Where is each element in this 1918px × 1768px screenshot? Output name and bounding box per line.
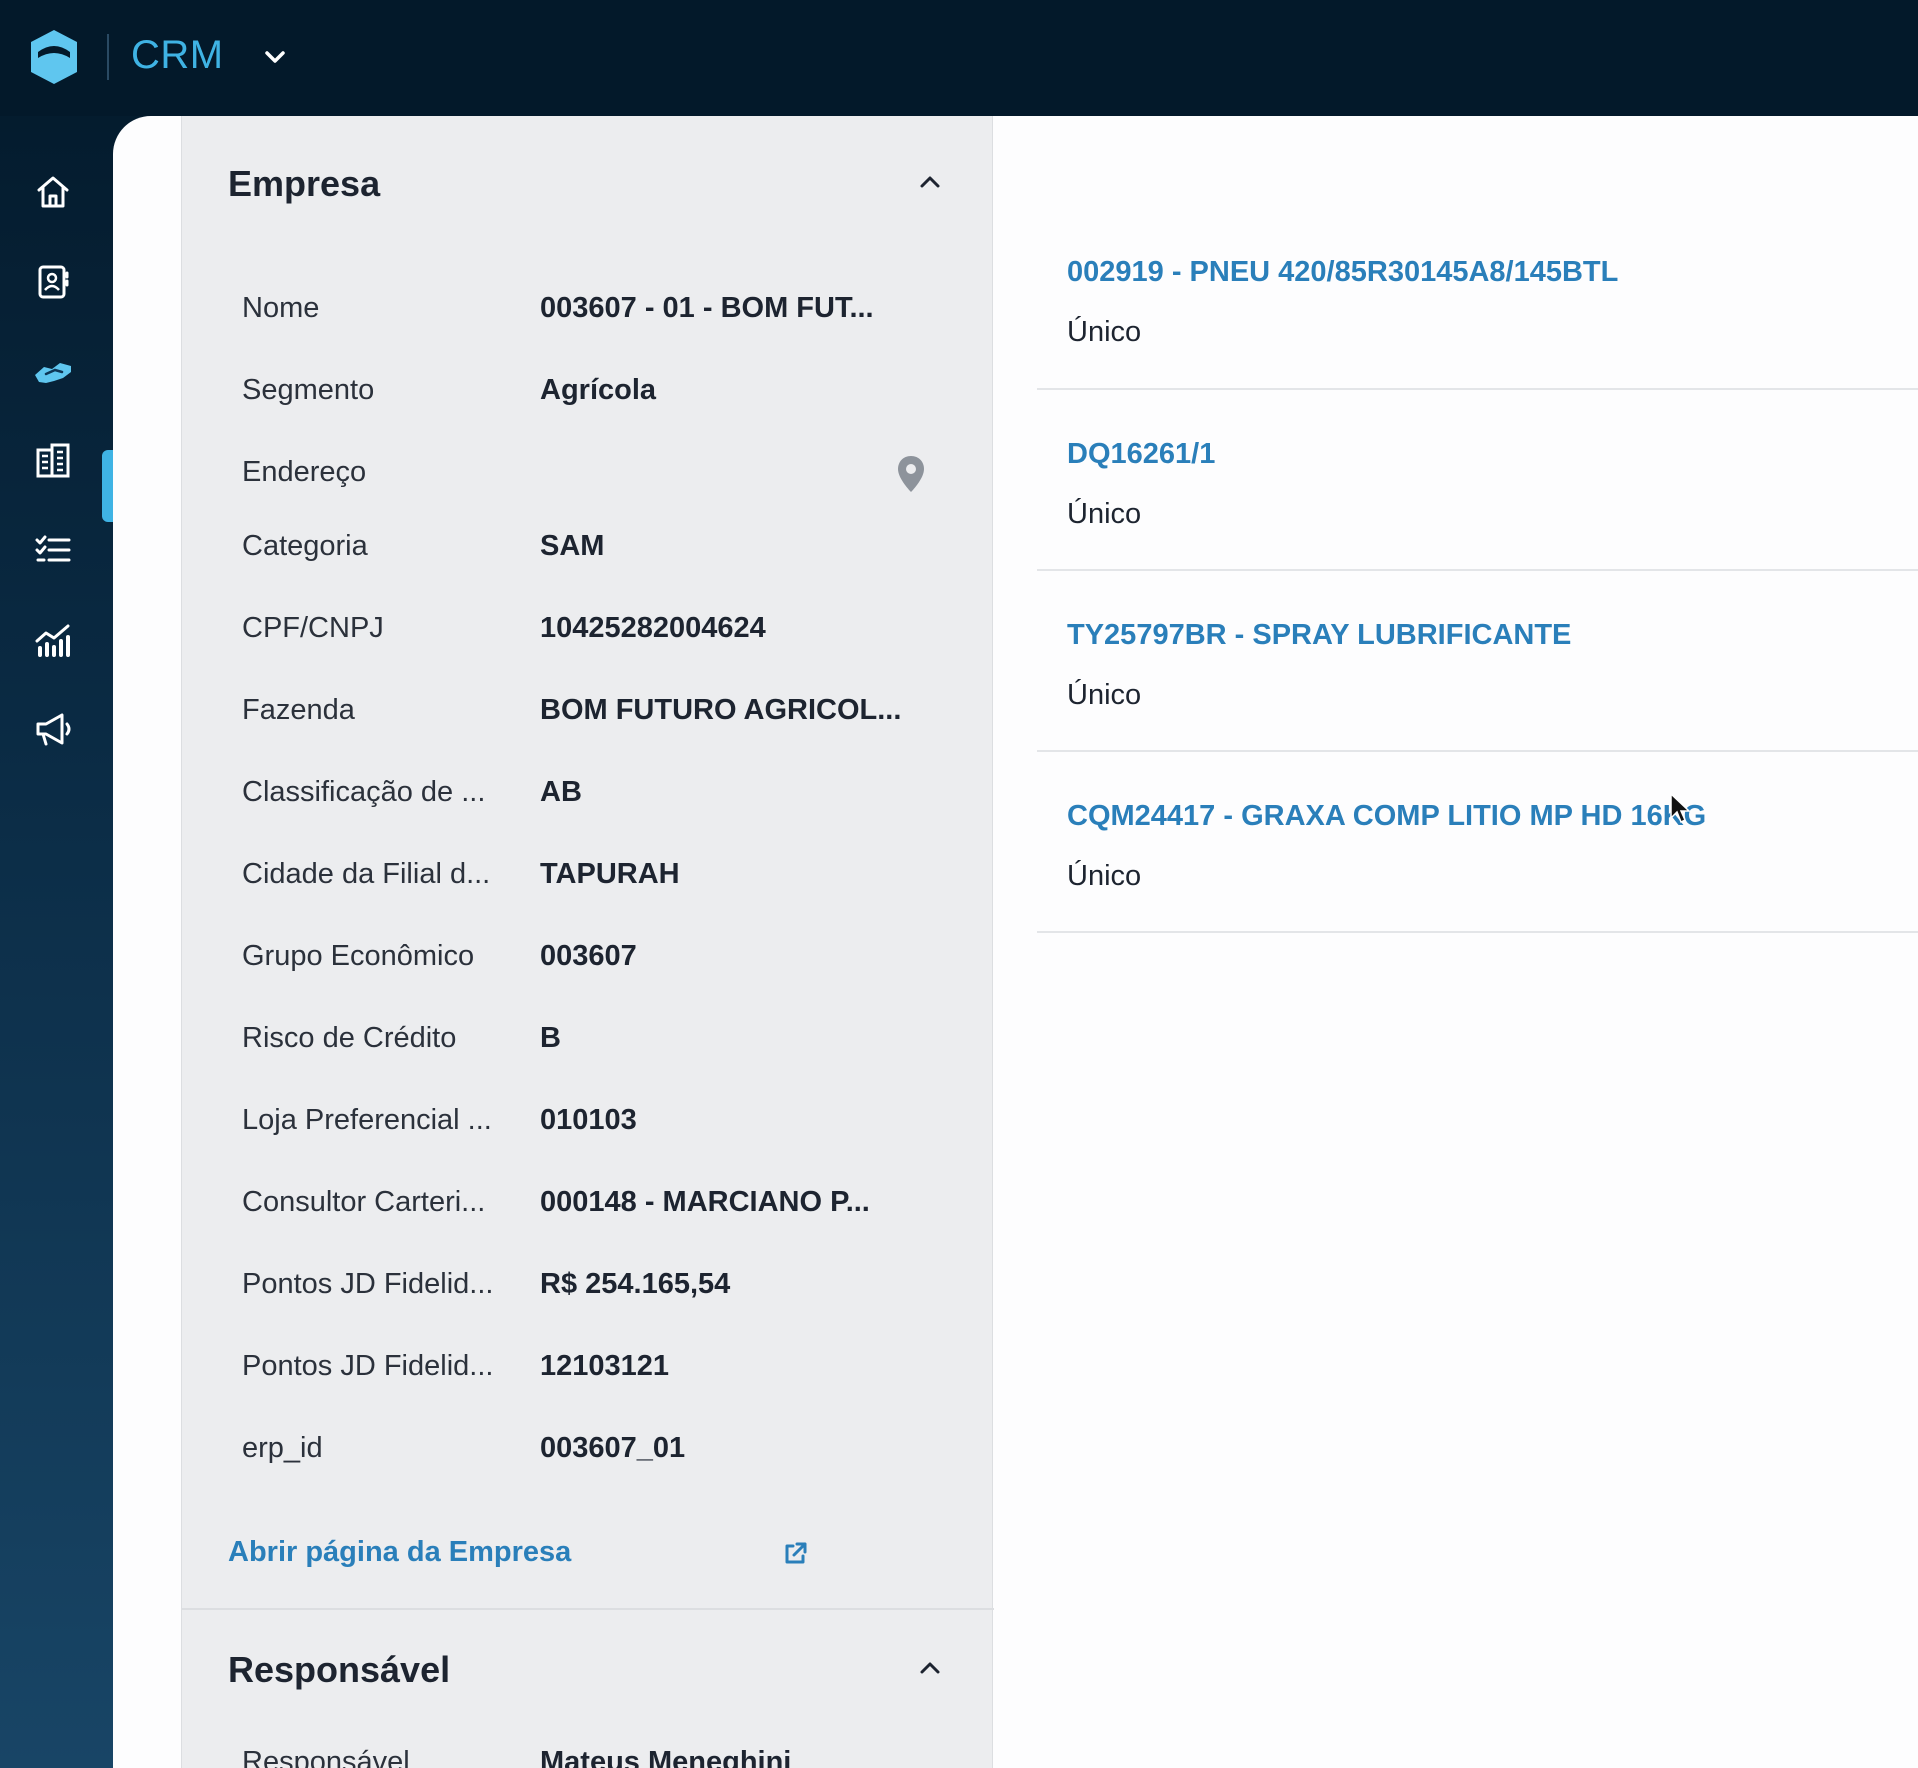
active-nav-indicator <box>102 450 113 522</box>
field-value-nome: 003607 - 01 - BOM FUT... <box>540 292 874 324</box>
sidebar <box>0 116 113 1768</box>
app-title: CRM <box>131 33 224 77</box>
external-link-icon[interactable] <box>780 1539 810 1569</box>
analytics-icon <box>35 624 70 657</box>
megaphone-icon <box>36 713 71 746</box>
empresa-section-title: Empresa <box>228 163 381 204</box>
sidebar-item-tasks[interactable] <box>30 527 76 573</box>
field-value-erp-id: 003607_01 <box>540 1432 686 1464</box>
field-value-pontos-jd-1: R$ 254.165,54 <box>540 1268 731 1300</box>
sidebar-item-campaigns[interactable] <box>30 706 76 752</box>
chevron-up-icon[interactable] <box>916 1654 944 1682</box>
top-bar: CRM <box>0 0 1918 116</box>
field-value-cpf-cnpj: 10425282004624 <box>540 612 766 644</box>
field-label-nome: Nome <box>242 292 320 324</box>
list-item[interactable]: 002919 - PNEU 420/85R30145A8/145BTL Únic… <box>1037 207 1918 390</box>
chevron-up-icon[interactable] <box>916 168 944 196</box>
product-subtitle: Único <box>1067 498 1142 530</box>
sidebar-item-deals[interactable] <box>30 348 76 394</box>
responsavel-section-title: Responsável <box>228 1649 451 1690</box>
section-divider <box>182 1608 994 1610</box>
home-icon <box>37 176 69 208</box>
field-value-responsavel: Mateus Meneghini <box>540 1746 792 1768</box>
field-label-pontos-jd-1: Pontos JD Fidelid... <box>242 1268 494 1300</box>
tasks-list-icon <box>35 535 71 562</box>
main-content: Empresa Nome 003607 - 01 - BOM FUT... Se… <box>113 116 1918 1768</box>
product-subtitle: Único <box>1067 679 1142 711</box>
field-label-grupo-economico: Grupo Econômico <box>242 940 475 972</box>
product-name-link[interactable]: CQM24417 - GRAXA COMP LITIO MP HD 16KG <box>1067 800 1706 833</box>
list-item[interactable]: TY25797BR - SPRAY LUBRIFICANTE Único <box>1037 571 1918 752</box>
chevron-down-icon[interactable] <box>262 44 288 70</box>
field-value-cidade-filial: TAPURAH <box>540 858 680 890</box>
field-value-classificacao: AB <box>540 776 582 808</box>
field-label-categoria: Categoria <box>242 530 368 562</box>
app-logo-icon[interactable] <box>28 28 80 86</box>
product-name-link[interactable]: TY25797BR - SPRAY LUBRIFICANTE <box>1067 619 1571 652</box>
list-item[interactable]: DQ16261/1 Único <box>1037 390 1918 571</box>
field-value-fazenda: BOM FUTURO AGRICOL... <box>540 694 902 726</box>
field-label-segmento: Segmento <box>242 374 375 406</box>
map-pin-icon[interactable] <box>895 454 927 494</box>
product-name-link[interactable]: DQ16261/1 <box>1067 438 1215 471</box>
sidebar-item-analytics[interactable] <box>30 617 76 663</box>
field-label-risco-credito: Risco de Crédito <box>242 1022 457 1054</box>
sidebar-item-home[interactable] <box>30 169 76 215</box>
field-value-categoria: SAM <box>540 530 605 562</box>
field-label-fazenda: Fazenda <box>242 694 355 726</box>
field-label-erp-id: erp_id <box>242 1432 323 1464</box>
field-label-loja-preferencial: Loja Preferencial ... <box>242 1104 492 1136</box>
sidebar-item-companies[interactable] <box>30 438 76 484</box>
product-subtitle: Único <box>1067 316 1142 348</box>
product-subtitle: Único <box>1067 860 1142 892</box>
field-value-consultor: 000148 - MARCIANO P... <box>540 1186 870 1218</box>
buildings-icon <box>36 443 70 478</box>
contacts-icon <box>38 265 69 299</box>
handshake-icon <box>35 363 71 383</box>
sidebar-item-contacts[interactable] <box>30 259 76 305</box>
topbar-divider <box>107 34 109 80</box>
details-panel: Empresa Nome 003607 - 01 - BOM FUT... Se… <box>181 116 994 1768</box>
crm-app: CRM Empresa Nome 003607 - 01 - BOM FUT..… <box>0 0 1918 1768</box>
field-label-classificacao: Classificação de ... <box>242 776 486 808</box>
field-label-consultor: Consultor Carteri... <box>242 1186 486 1218</box>
field-label-cpf-cnpj: CPF/CNPJ <box>242 612 384 644</box>
field-value-risco-credito: B <box>540 1022 561 1054</box>
field-value-loja-preferencial: 010103 <box>540 1104 637 1136</box>
list-item[interactable]: CQM24417 - GRAXA COMP LITIO MP HD 16KG Ú… <box>1037 752 1918 933</box>
field-label-responsavel: Responsável <box>242 1746 410 1768</box>
field-value-grupo-economico: 003607 <box>540 940 637 972</box>
field-label-cidade-filial: Cidade da Filial d... <box>242 858 491 890</box>
product-name-link[interactable]: 002919 - PNEU 420/85R30145A8/145BTL <box>1067 256 1618 289</box>
field-label-endereco: Endereço <box>242 456 367 488</box>
open-company-page-link[interactable]: Abrir página da Empresa <box>228 1536 571 1569</box>
field-value-segmento: Agrícola <box>540 374 657 406</box>
field-label-pontos-jd-2: Pontos JD Fidelid... <box>242 1350 494 1382</box>
field-value-pontos-jd-2: 12103121 <box>540 1350 670 1382</box>
mouse-cursor-icon <box>1670 792 1691 824</box>
